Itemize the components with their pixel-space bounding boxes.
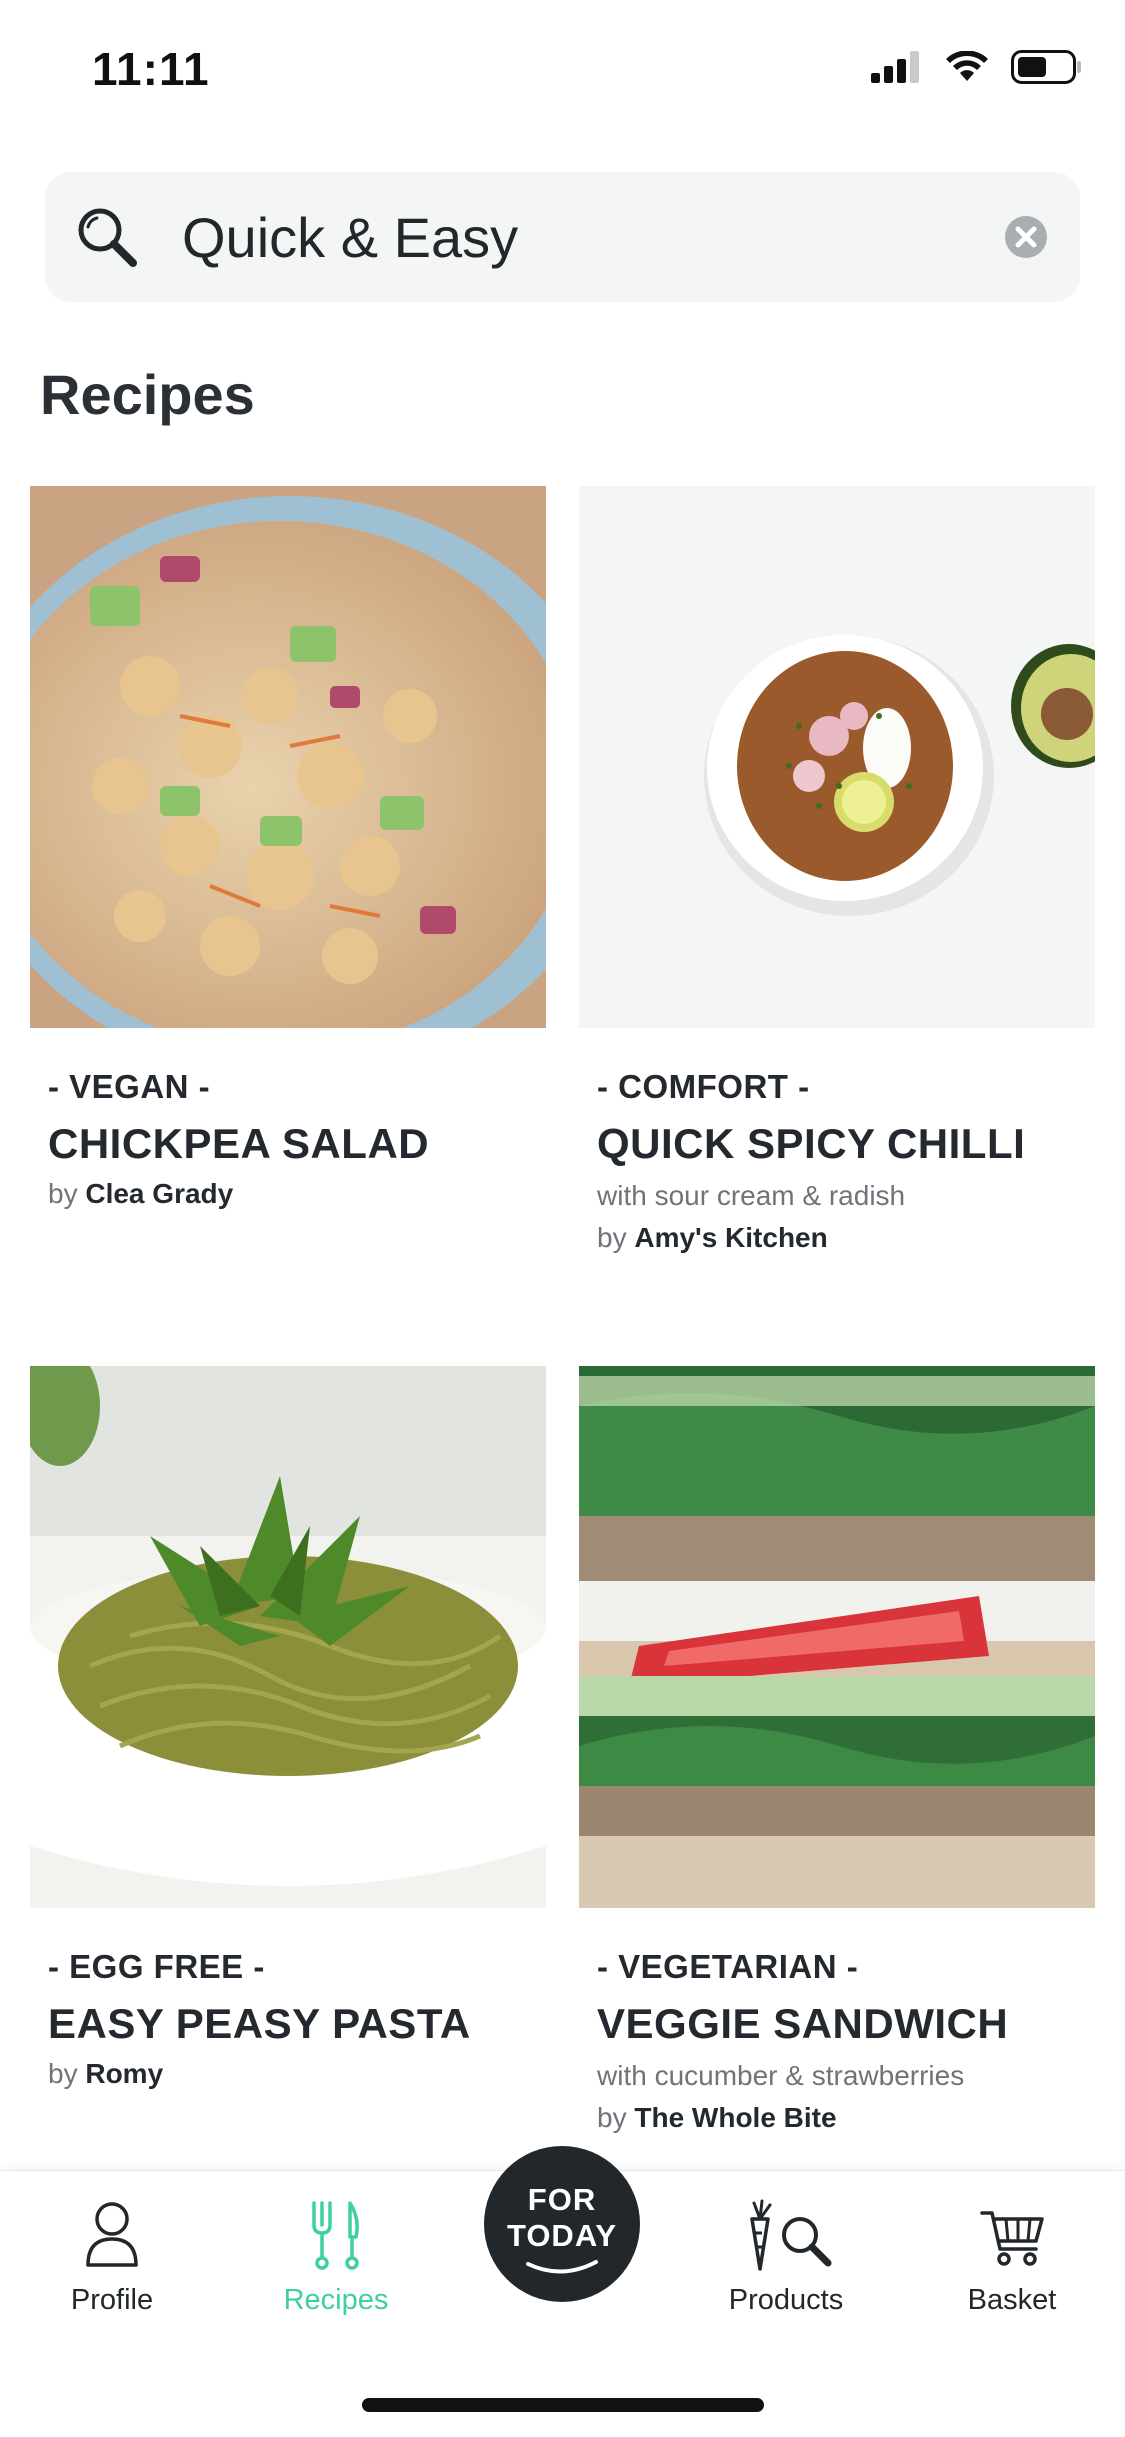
recipe-tag: - VEGAN -: [48, 1068, 211, 1105]
recipe-author: by The Whole Bite: [597, 2102, 1095, 2134]
wifi-icon: [946, 51, 988, 81]
for-today-label: FOR TODAY: [506, 2182, 618, 2253]
search-input[interactable]: [182, 194, 982, 280]
home-indicator: [362, 2398, 764, 2412]
tab-basket[interactable]: Basket: [912, 2199, 1112, 2317]
tab-recipes[interactable]: Recipes: [236, 2199, 436, 2317]
recipe-title[interactable]: QUICK SPICY CHILLI: [597, 1120, 1095, 1168]
shopping-cart-icon: [980, 2211, 1044, 2266]
status-time: 11:11: [92, 43, 210, 95]
recipe-tag: - COMFORT -: [597, 1068, 810, 1105]
author-prefix: by: [597, 2102, 627, 2133]
recipe-subtitle: with cucumber & strawberries: [597, 2060, 965, 2091]
recipe-author: by Romy: [48, 2058, 546, 2090]
recipe-title[interactable]: CHICKPEA SALAD: [48, 1120, 546, 1168]
tab-label: Profile: [70, 2284, 154, 2316]
clear-search-icon[interactable]: [1004, 215, 1048, 259]
recipe-tag: - EGG FREE -: [48, 1948, 265, 1985]
recipe-image[interactable]: [579, 486, 1095, 1028]
recipe-image[interactable]: [30, 486, 546, 1028]
author-prefix: by: [597, 1222, 627, 1253]
author-name[interactable]: Clea Grady: [85, 1178, 233, 1209]
recipe-card[interactable]: - EGG FREE - EASY PEASY PASTA by Romy: [30, 1366, 546, 2090]
tab-label: Recipes: [283, 2284, 389, 2316]
tab-profile[interactable]: Profile: [12, 2199, 212, 2317]
recipe-card[interactable]: - VEGETARIAN - VEGGIE SANDWICH with cucu…: [579, 1366, 1095, 2134]
recipe-author: by Clea Grady: [48, 1178, 546, 1210]
recipe-title[interactable]: EASY PEASY PASTA: [48, 2000, 546, 2048]
fork-knife-icon: [312, 2201, 359, 2270]
recipe-author: by Amy's Kitchen: [597, 1222, 1095, 1254]
tab-label: Basket: [967, 2284, 1057, 2316]
recipe-card[interactable]: - VEGAN - CHICKPEA SALAD by Clea Grady: [30, 486, 546, 1210]
author-prefix: by: [48, 1178, 78, 1209]
author-prefix: by: [48, 2058, 78, 2089]
recipe-tag: - VEGETARIAN -: [597, 1948, 859, 1985]
recipe-subtitle: with sour cream & radish: [597, 1180, 906, 1211]
section-title: Recipes: [40, 363, 255, 426]
battery-icon: [1011, 50, 1081, 84]
recipe-image[interactable]: [579, 1366, 1095, 1908]
status-icons: [871, 50, 1083, 84]
profile-icon: [86, 2202, 138, 2267]
author-name[interactable]: Amy's Kitchen: [634, 1222, 827, 1253]
author-name[interactable]: The Whole Bite: [634, 2102, 836, 2133]
search-bar[interactable]: [45, 172, 1080, 302]
smile-underline-icon: [526, 2260, 598, 2274]
recipe-image[interactable]: [30, 1366, 546, 1908]
search-icon: [78, 208, 137, 267]
status-bar: 11:11: [0, 0, 1125, 140]
tab-label: Products: [728, 2284, 844, 2316]
author-name[interactable]: Romy: [85, 2058, 163, 2089]
tab-products[interactable]: Products: [686, 2199, 886, 2317]
cellular-signal-icon: [871, 51, 919, 83]
for-today-button[interactable]: FOR TODAY: [484, 2146, 640, 2302]
recipe-title[interactable]: VEGGIE SANDWICH: [597, 2000, 1095, 2048]
recipe-card[interactable]: - COMFORT - QUICK SPICY CHILLI with sour…: [579, 486, 1095, 1254]
carrot-search-icon: [750, 2199, 832, 2271]
